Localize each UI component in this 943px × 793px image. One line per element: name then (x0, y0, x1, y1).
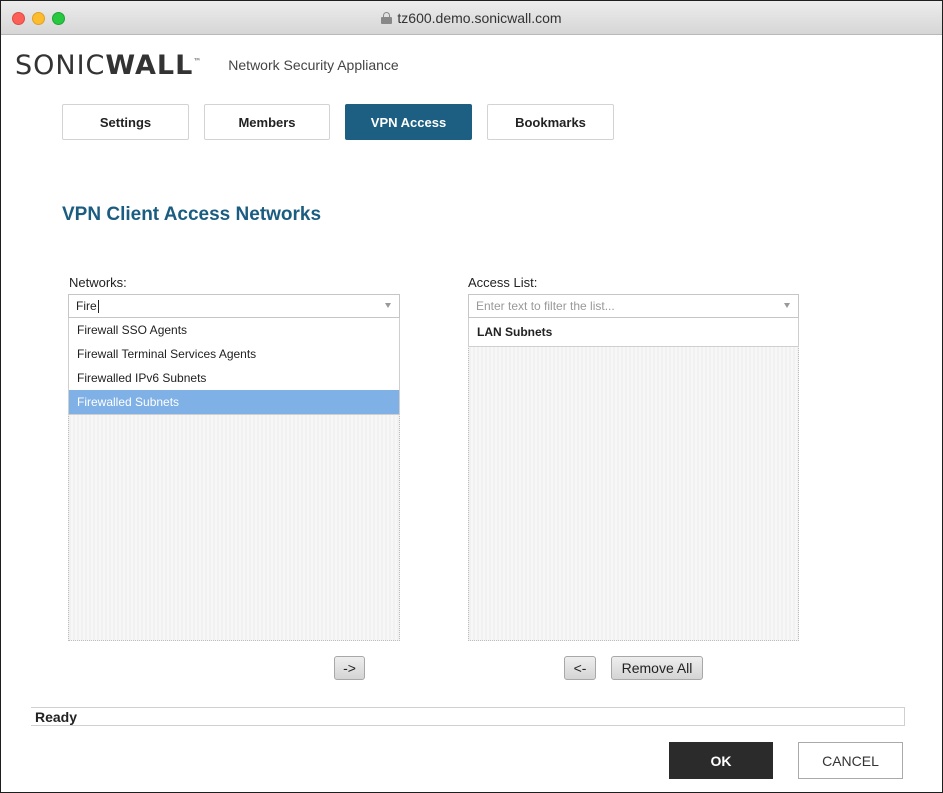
ok-button[interactable]: OK (669, 742, 773, 779)
access-list-filter-input[interactable]: Enter text to filter the list... (468, 294, 799, 318)
sonicwall-logo: SONICWALL™ (15, 49, 203, 81)
tab-settings[interactable]: Settings (62, 104, 189, 140)
section-title: VPN Client Access Networks (62, 204, 322, 225)
networks-label: Networks: (69, 275, 127, 290)
app-subtitle: Network Security Appliance (228, 57, 399, 73)
brand-header: SONICWALL™ Network Security Appliance (15, 45, 399, 85)
tab-members[interactable]: Members (204, 104, 330, 140)
network-option-selected[interactable]: Firewalled Subnets (69, 390, 399, 414)
url-display: tz600.demo.sonicwall.com (1, 1, 942, 35)
status-bar: Ready (31, 707, 905, 726)
title-bar: tz600.demo.sonicwall.com (1, 1, 942, 35)
chevron-down-icon[interactable] (385, 303, 391, 308)
tab-bookmarks[interactable]: Bookmarks (487, 104, 614, 140)
browser-window: tz600.demo.sonicwall.com SONICWALL™ Netw… (0, 0, 943, 793)
networks-filter-input[interactable]: Fire (68, 294, 400, 318)
access-list-label: Access List: (468, 275, 538, 290)
access-list-filter-placeholder: Enter text to filter the list... (476, 299, 615, 313)
url-text: tz600.demo.sonicwall.com (397, 10, 562, 26)
cancel-button[interactable]: CANCEL (798, 742, 903, 779)
remove-all-button[interactable]: Remove All (611, 656, 703, 680)
networks-dropdown: Firewall SSO Agents Firewall Terminal Se… (68, 318, 400, 415)
access-list[interactable] (468, 318, 799, 641)
add-to-access-list-button[interactable]: -> (334, 656, 365, 680)
lock-icon (381, 12, 393, 24)
text-cursor (97, 299, 99, 313)
networks-filter-value: Fire (76, 299, 97, 313)
network-option[interactable]: Firewalled IPv6 Subnets (69, 366, 399, 390)
network-option[interactable]: Firewall Terminal Services Agents (69, 342, 399, 366)
status-text: Ready (35, 708, 78, 725)
access-list-item[interactable]: LAN Subnets (469, 318, 798, 346)
remove-from-access-list-button[interactable]: <- (564, 656, 596, 680)
network-option[interactable]: Firewall SSO Agents (69, 318, 399, 342)
tab-vpn-access[interactable]: VPN Access (345, 104, 472, 140)
access-list-items: LAN Subnets (468, 318, 799, 347)
chevron-down-icon[interactable] (784, 303, 790, 308)
